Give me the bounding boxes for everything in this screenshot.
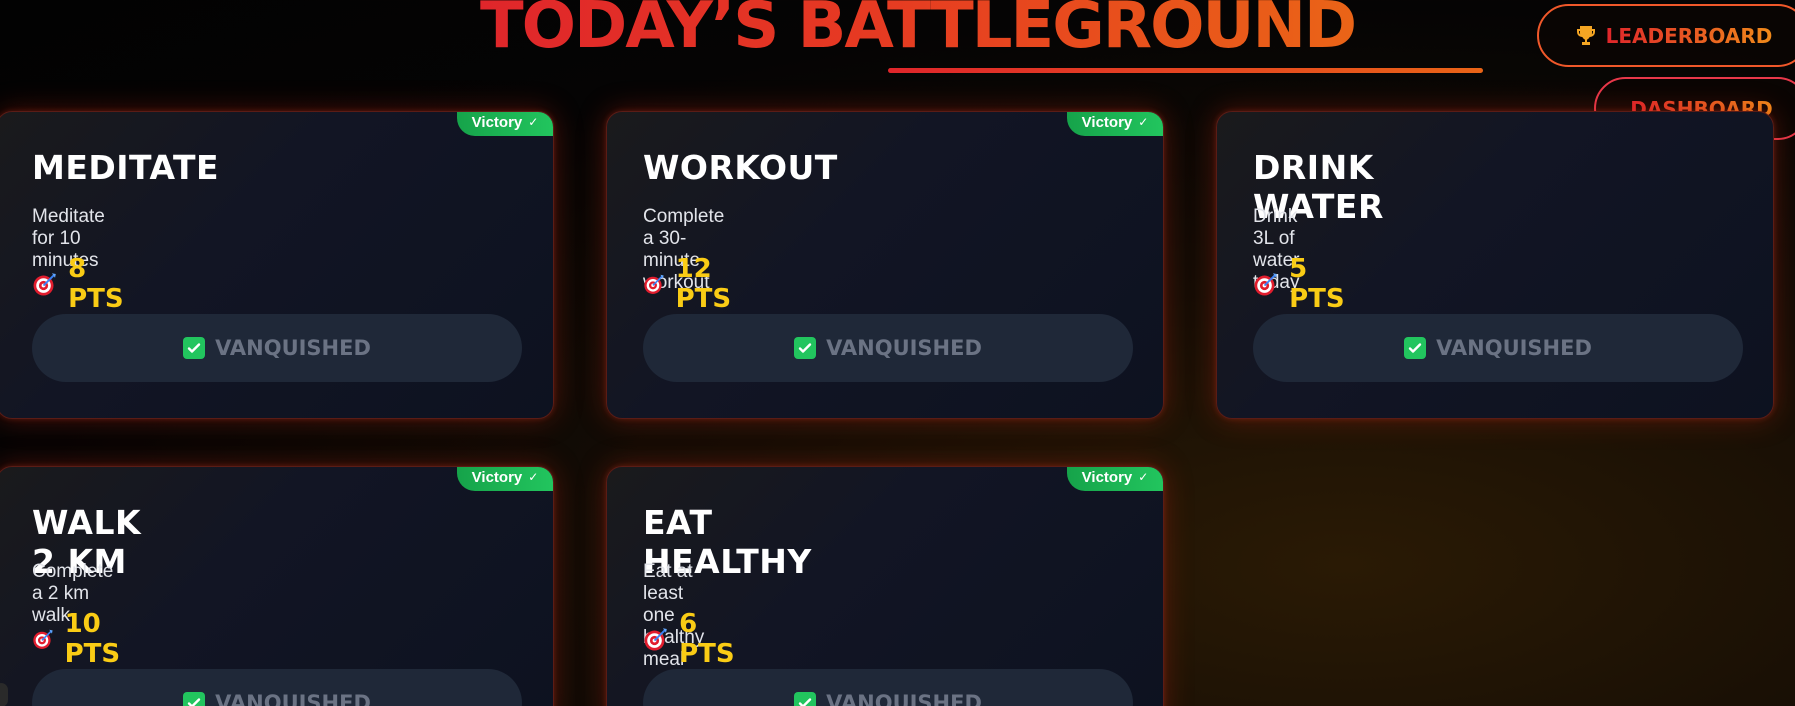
task-points: 8 PTS: [32, 254, 132, 314]
task-points: 6 PTS: [643, 609, 743, 669]
task-points: 5 PTS: [1253, 254, 1353, 314]
dart-target-icon: [644, 628, 667, 651]
check-box-icon: [183, 692, 206, 706]
victory-badge-label: Victory: [471, 468, 523, 486]
dart-target-icon: [33, 629, 53, 649]
trophy-icon: [1576, 25, 1595, 45]
points-value: 10 PTS: [64, 609, 121, 669]
check-icon: ✓: [528, 470, 539, 484]
check-box-icon: [794, 692, 817, 706]
victory-badge-label: Victory: [471, 113, 523, 131]
check-icon: ✓: [528, 115, 539, 129]
dart-target-icon: [33, 273, 56, 296]
vanquished-button[interactable]: VANQUISHED: [643, 314, 1133, 382]
task-title: MEDITATE: [32, 148, 220, 187]
leaderboard-button[interactable]: LEADERBOARD: [1537, 4, 1795, 67]
points-value: 5 PTS: [1289, 254, 1345, 314]
vanquished-label: VANQUISHED: [1436, 336, 1592, 360]
vanquished-button[interactable]: VANQUISHED: [643, 669, 1133, 706]
check-box-icon: [794, 337, 817, 359]
points-value: 12 PTS: [675, 254, 732, 314]
victory-badge-label: Victory: [1081, 113, 1133, 131]
vanquished-button[interactable]: VANQUISHED: [1253, 314, 1743, 382]
vanquished-button[interactable]: VANQUISHED: [32, 669, 522, 706]
victory-badge-label: Victory: [1081, 468, 1133, 486]
points-value: 8 PTS: [68, 254, 124, 314]
victory-badge: Victory ✓: [1067, 112, 1163, 136]
vanquished-label: VANQUISHED: [215, 336, 371, 360]
vanquished-label: VANQUISHED: [826, 336, 982, 360]
victory-badge: Victory ✓: [1067, 467, 1163, 491]
victory-badge: Victory ✓: [457, 112, 553, 136]
leaderboard-label: LEADERBOARD: [1605, 23, 1773, 48]
check-box-icon: [1404, 337, 1427, 359]
vanquished-button[interactable]: VANQUISHED: [32, 314, 522, 382]
task-points: 12 PTS: [643, 254, 743, 314]
points-value: 6 PTS: [679, 609, 735, 669]
scroll-handle[interactable]: [0, 683, 8, 706]
vanquished-label: VANQUISHED: [215, 691, 371, 706]
task-title: WORKOUT: [643, 148, 838, 187]
victory-badge: Victory ✓: [457, 467, 553, 491]
dart-target-icon: [644, 274, 664, 294]
task-points: 10 PTS: [32, 609, 132, 669]
check-icon: ✓: [1138, 115, 1149, 129]
vanquished-label: VANQUISHED: [826, 691, 982, 706]
check-icon: ✓: [1138, 470, 1149, 484]
dart-target-icon: [1254, 273, 1277, 296]
title-underline: [888, 68, 1483, 73]
check-box-icon: [183, 337, 206, 359]
page-title: TODAY’S BATTLEGROUND: [480, 0, 1357, 64]
